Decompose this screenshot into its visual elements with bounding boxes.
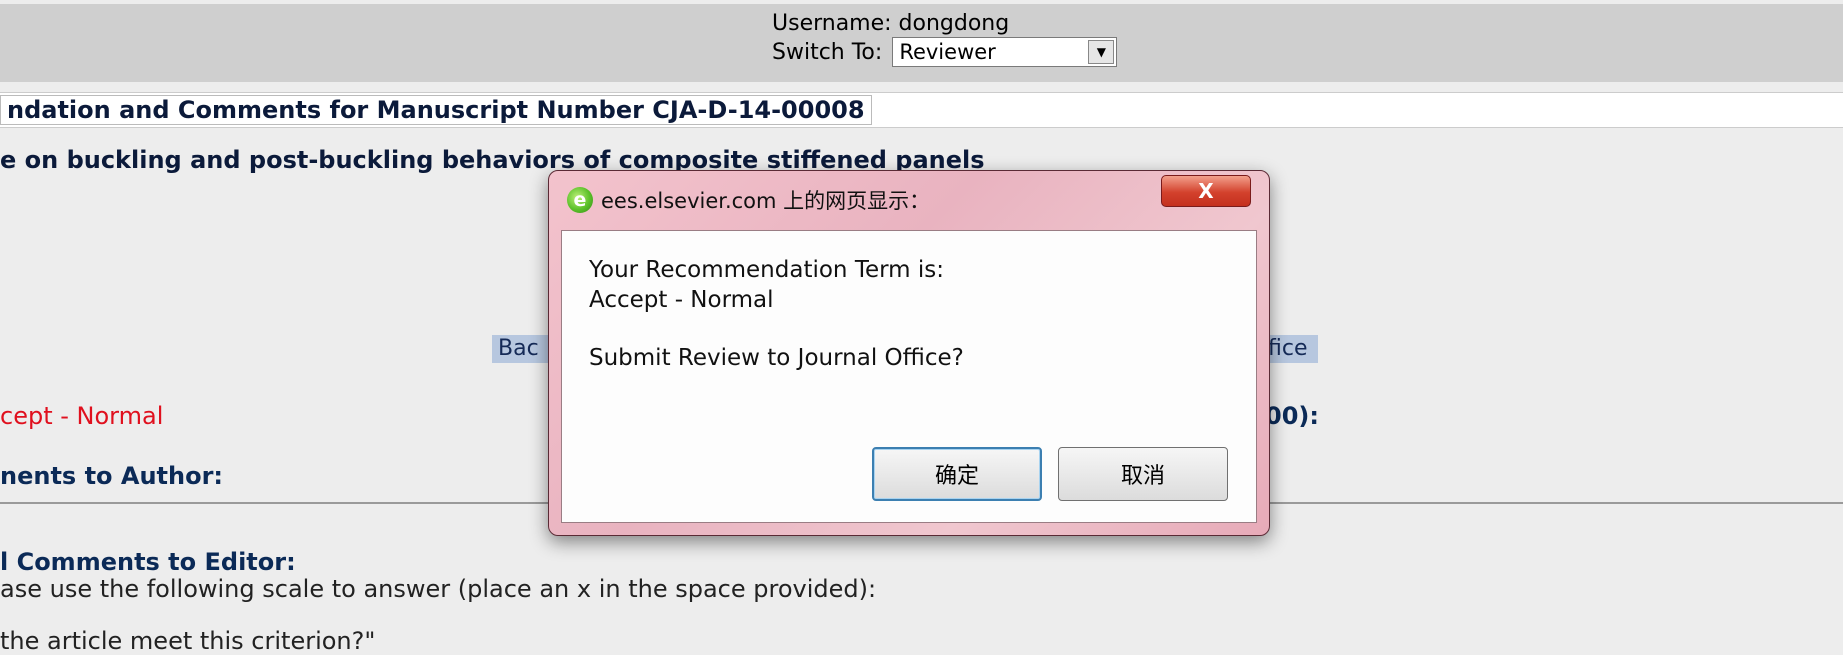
user-block: Username: dongdong Switch To: Reviewer ▼: [772, 10, 1118, 67]
browser-icon: e: [567, 187, 593, 213]
manuscript-heading: ndation and Comments for Manuscript Numb…: [0, 95, 872, 125]
role-select-value: Reviewer: [899, 39, 996, 64]
dialog-body: Your Recommendation Term is: Accept - No…: [561, 230, 1257, 523]
dialog-title-bar: e ees.elsevier.com 上的网页显示：: [567, 185, 930, 215]
dialog-title: ees.elsevier.com 上的网页显示：: [601, 189, 931, 213]
ok-button[interactable]: 确定: [872, 447, 1042, 501]
dialog-message-line3: Submit Review to Journal Office?: [589, 345, 964, 371]
dialog-message-line1: Your Recommendation Term is:: [589, 257, 945, 283]
top-bar: Username: dongdong Switch To: Reviewer ▼: [0, 4, 1843, 82]
dialog-message-line2: Accept - Normal: [589, 287, 774, 313]
cancel-button[interactable]: 取消: [1058, 447, 1228, 501]
scale-instruction: ase use the following scale to answer (p…: [0, 575, 877, 603]
chevron-down-icon[interactable]: ▼: [1088, 40, 1115, 64]
switch-to-label: Switch To:: [772, 39, 883, 65]
switch-role-row: Switch To: Reviewer ▼: [772, 37, 1118, 67]
close-button[interactable]: X: [1161, 175, 1251, 207]
author-comments-heading: nents to Author:: [0, 462, 224, 490]
username-label: Username: dongdong: [772, 11, 1010, 36]
criterion-question: the article meet this criterion?": [0, 627, 376, 655]
editor-comments-heading: l Comments to Editor:: [0, 548, 296, 576]
confirm-dialog: e ees.elsevier.com 上的网页显示： X Your Recomm…: [548, 170, 1270, 536]
recommendation-value: cept - Normal: [0, 402, 164, 430]
submit-to-office-button[interactable]: fice: [1262, 335, 1318, 363]
role-select[interactable]: Reviewer ▼: [892, 37, 1118, 67]
score-label-fragment: 00):: [1265, 402, 1319, 430]
